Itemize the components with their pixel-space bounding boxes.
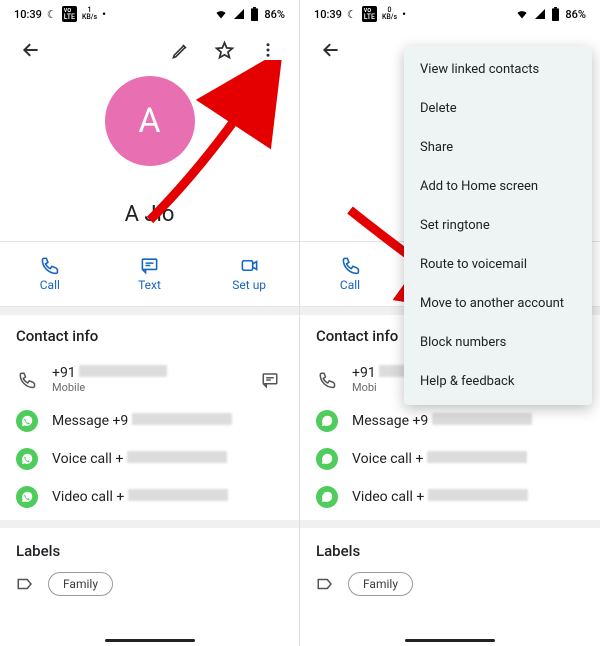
phone-icon — [40, 256, 59, 275]
message-icon — [140, 256, 159, 275]
overflow-button[interactable] — [251, 33, 285, 67]
wifi-icon — [214, 8, 228, 20]
phone-right: 10:39 ☾ voLTE 0KB/s • 86% A A — [300, 0, 600, 646]
contact-name: A Jio — [0, 202, 299, 227]
menu-view-linked[interactable]: View linked contacts — [404, 50, 592, 89]
signal-icon — [233, 8, 245, 20]
overflow-menu: View linked contacts Delete Share Add to… — [404, 46, 592, 405]
star-button[interactable] — [207, 33, 241, 67]
back-button[interactable] — [314, 33, 348, 67]
battery-pct: 86% — [264, 8, 285, 21]
redacted — [127, 451, 227, 463]
battery-icon — [551, 7, 560, 21]
whatsapp-icon — [16, 448, 38, 470]
status-time: 10:39 — [14, 8, 42, 21]
menu-route-voicemail[interactable]: Route to voicemail — [404, 245, 592, 284]
call-action[interactable]: Call — [0, 242, 100, 306]
avatar-wrap: A — [0, 76, 299, 166]
label-chip[interactable]: Family — [348, 572, 413, 596]
status-bar: 10:39 ☾ voLTE 0KB/s • 86% — [300, 0, 600, 28]
actions-row: Call Text Set up — [0, 241, 299, 307]
status-bar: 10:39 ☾ voLTE 1KB/s • 86% — [0, 0, 299, 28]
wa-video-row[interactable]: Video call + — [316, 478, 584, 516]
battery-icon — [250, 7, 259, 21]
wa-video-row[interactable]: Video call + — [16, 478, 283, 516]
video-icon — [240, 256, 259, 275]
wa-voice-row[interactable]: Voice call + — [316, 440, 584, 478]
status-dot: • — [102, 8, 106, 21]
phone-left: 10:39 ☾ voLTE 1KB/s • 86% — [0, 0, 300, 646]
edit-button[interactable] — [163, 33, 197, 67]
contact-info-section: Contact info +91 Mobile Message +9 — [0, 315, 299, 520]
wa-voice-row[interactable]: Voice call + — [16, 440, 283, 478]
menu-delete[interactable]: Delete — [404, 89, 592, 128]
gesture-bar — [405, 639, 495, 642]
signal-icon — [534, 8, 546, 20]
wa-message-row[interactable]: Message +9 — [316, 402, 584, 440]
avatar[interactable]: A — [105, 76, 195, 166]
phone-icon — [341, 256, 360, 275]
menu-share[interactable]: Share — [404, 128, 592, 167]
label-icon — [316, 575, 334, 593]
whatsapp-icon — [16, 486, 38, 508]
text-action[interactable]: Text — [100, 242, 200, 306]
section-title: Contact info — [16, 327, 283, 345]
menu-add-home[interactable]: Add to Home screen — [404, 167, 592, 206]
phone-small-icon — [16, 371, 38, 389]
dnd-icon: ☾ — [47, 8, 57, 21]
wifi-icon — [515, 8, 529, 20]
label-icon — [16, 575, 34, 593]
whatsapp-icon — [16, 410, 38, 432]
status-net: 1KB/s — [82, 7, 97, 21]
wa-message-row[interactable]: Message +9 — [16, 402, 283, 440]
call-action[interactable]: Call — [300, 242, 400, 306]
video-action[interactable]: Set up — [199, 242, 299, 306]
menu-block-numbers[interactable]: Block numbers — [404, 323, 592, 362]
back-button[interactable] — [14, 33, 48, 67]
menu-set-ringtone[interactable]: Set ringtone — [404, 206, 592, 245]
phone-row[interactable]: +91 Mobile — [16, 357, 283, 402]
redacted — [132, 413, 232, 425]
redacted — [128, 489, 228, 501]
menu-help-feedback[interactable]: Help & feedback — [404, 362, 592, 401]
labels-section: Labels Family — [300, 528, 600, 614]
dnd-icon: ☾ — [347, 8, 357, 21]
menu-move-account[interactable]: Move to another account — [404, 284, 592, 323]
labels-section: Labels Family — [0, 528, 299, 614]
app-bar — [0, 28, 299, 72]
gesture-bar — [105, 639, 195, 642]
status-badge: voLTE — [62, 6, 77, 22]
redacted — [79, 365, 167, 377]
sms-icon[interactable] — [257, 371, 283, 389]
label-chip[interactable]: Family — [48, 572, 113, 596]
labels-title: Labels — [16, 542, 283, 560]
